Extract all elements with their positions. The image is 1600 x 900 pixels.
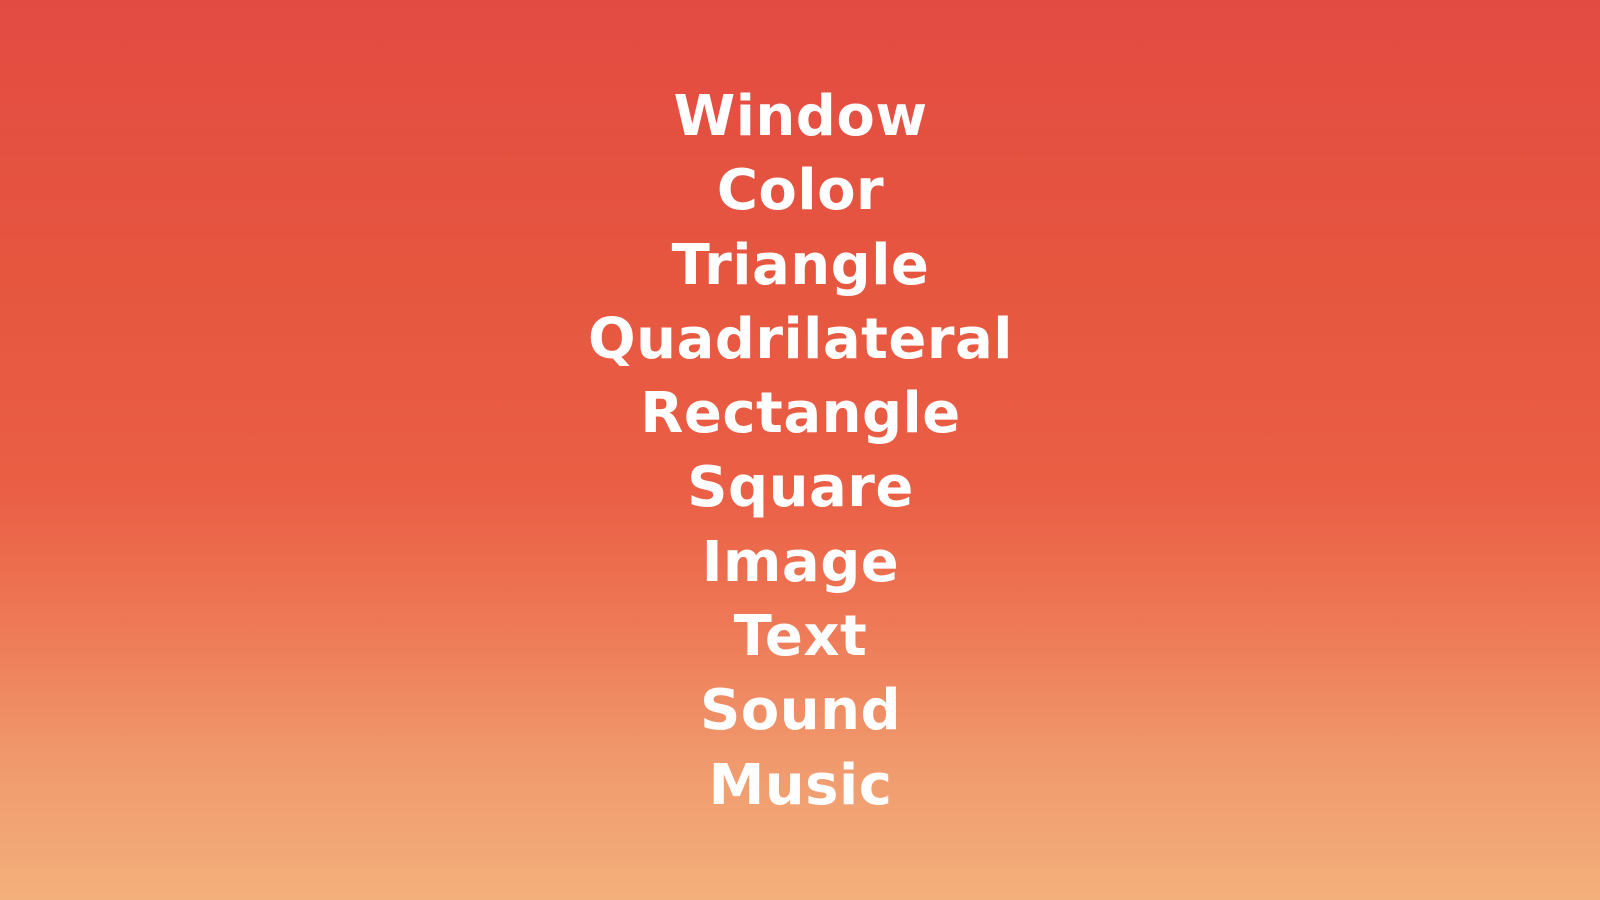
- word-square: Square: [687, 455, 914, 521]
- word-triangle: Triangle: [671, 232, 930, 298]
- word-image: Image: [701, 529, 900, 595]
- word-text: Text: [733, 604, 868, 670]
- word-window: Window: [673, 84, 928, 149]
- word-rectangle: Rectangle: [640, 381, 961, 447]
- slide: Window Color Triangle Quadrilateral Rect…: [0, 0, 1600, 900]
- word-sound: Sound: [699, 678, 902, 744]
- word-list: Window Color Triangle Quadrilateral Rect…: [0, 80, 1600, 823]
- word-music: Music: [708, 752, 893, 818]
- word-quadrilateral: Quadrilateral: [588, 306, 1013, 372]
- word-color: Color: [716, 158, 885, 224]
